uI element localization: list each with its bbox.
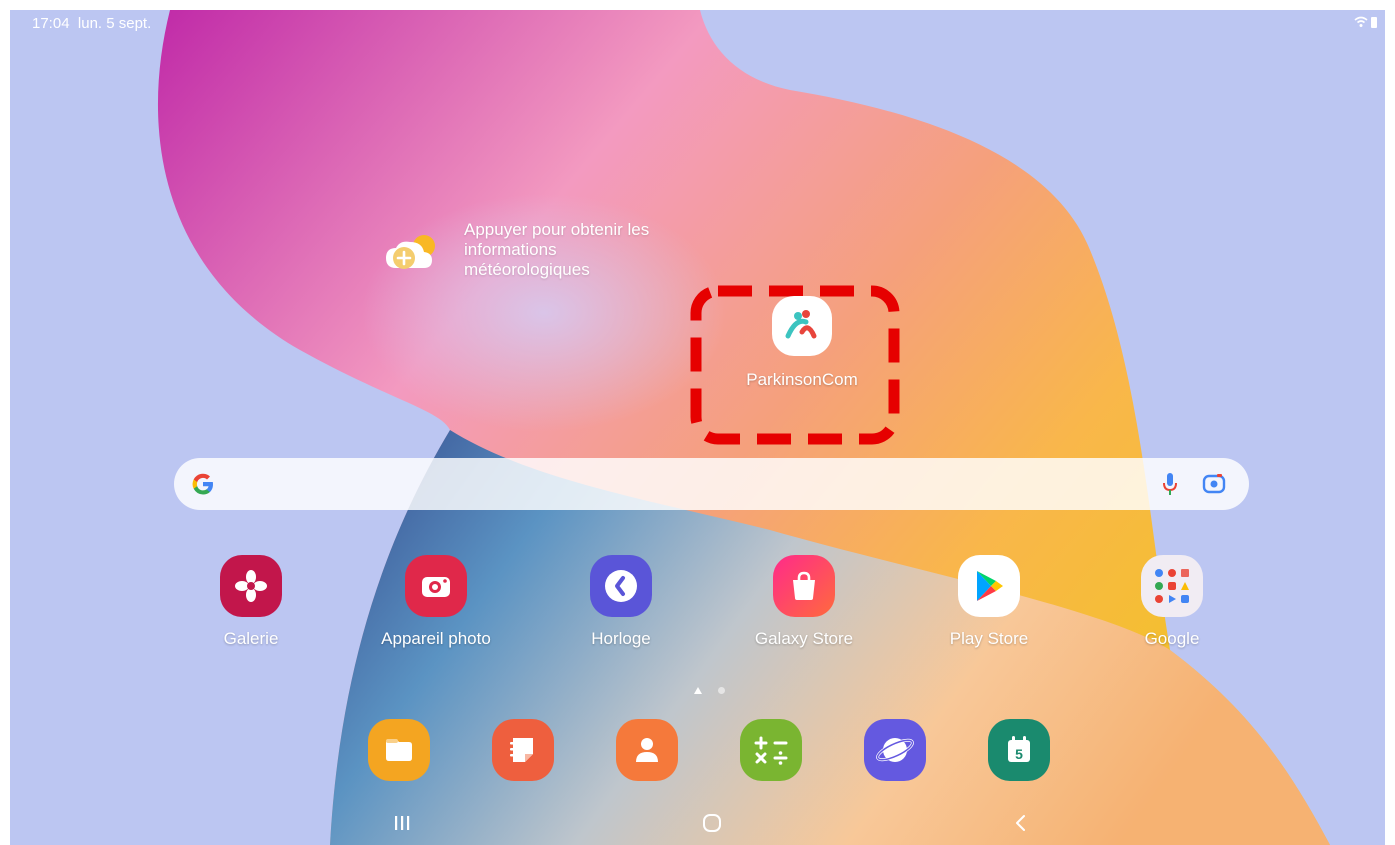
shopping-bag-icon [773, 555, 835, 617]
status-time: 17:04 lun. 5 sept. [32, 15, 151, 32]
page-indicator [694, 687, 725, 694]
app-galaxy-store[interactable]: Galaxy Store [724, 555, 884, 649]
page-home-indicator [694, 687, 702, 694]
wifi-icon [1354, 16, 1368, 27]
app-label-google: Google [1144, 629, 1200, 648]
status-bar: 17:04 lun. 5 sept. [10, 10, 1385, 36]
weather-widget[interactable]: Appuyer pour obtenir les informations mé… [382, 220, 664, 280]
dock-app-my-files[interactable] [368, 719, 430, 781]
flower-icon [220, 555, 282, 617]
app-label-appareil-photo: Appareil photo [381, 629, 491, 648]
internet-icon [864, 719, 926, 781]
app-play-store[interactable]: Play Store [929, 555, 1049, 649]
page-dot [718, 687, 725, 694]
app-galerie[interactable]: Galerie [191, 555, 311, 649]
parkinsoncom-icon [772, 296, 832, 356]
status-icons [1354, 16, 1377, 28]
app-label-play-store: Play Store [949, 629, 1029, 648]
date-text: lun. 5 sept. [77, 15, 152, 32]
app-horloge[interactable]: Horloge [561, 555, 681, 649]
weather-prompt: Appuyer pour obtenir les informations mé… [464, 220, 650, 279]
folder-icon [368, 719, 430, 781]
camera-icon [405, 555, 467, 617]
app-google-folder[interactable]: Google [1112, 555, 1232, 649]
app-label-parkinsoncom: ParkinsonCom [746, 370, 858, 389]
back-icon[interactable] [1013, 813, 1029, 833]
app-appareil-photo[interactable]: Appareil photo [356, 555, 516, 649]
app-label-horloge: Horloge [591, 629, 651, 648]
calendar-day: 5 [1015, 746, 1023, 762]
app-label-galaxy-store: Galaxy Store [754, 629, 854, 648]
clock-icon [590, 555, 652, 617]
recent-apps-icon[interactable] [393, 813, 411, 833]
calendar-icon: 5 [988, 719, 1050, 781]
battery-icon [1371, 16, 1377, 28]
dock-app-internet[interactable] [864, 719, 926, 781]
clock-text: 17:04 [32, 15, 70, 32]
google-g-icon [192, 473, 213, 495]
weather-add-icon [382, 220, 442, 280]
play-store-icon [958, 555, 1020, 617]
navigation-bar [10, 805, 1385, 845]
google-folder-icon [1141, 555, 1203, 617]
home-screen: 17:04 lun. 5 sept. Appuyer pour obtenir … [10, 10, 1385, 845]
contacts-icon [616, 719, 678, 781]
dock-app-notes[interactable] [492, 719, 554, 781]
google-search-bar[interactable] [174, 458, 1249, 510]
home-icon[interactable] [702, 813, 722, 833]
lens-icon[interactable] [1201, 471, 1227, 497]
dock-app-calculator[interactable] [740, 719, 802, 781]
dock-app-calendar[interactable]: 5 [988, 719, 1050, 781]
app-parkinsoncom[interactable]: ParkinsonCom [712, 296, 892, 390]
app-label-galerie: Galerie [223, 629, 279, 648]
calculator-icon [740, 719, 802, 781]
notes-icon [492, 719, 554, 781]
dock-app-contacts[interactable] [616, 719, 678, 781]
microphone-icon[interactable] [1161, 471, 1179, 497]
